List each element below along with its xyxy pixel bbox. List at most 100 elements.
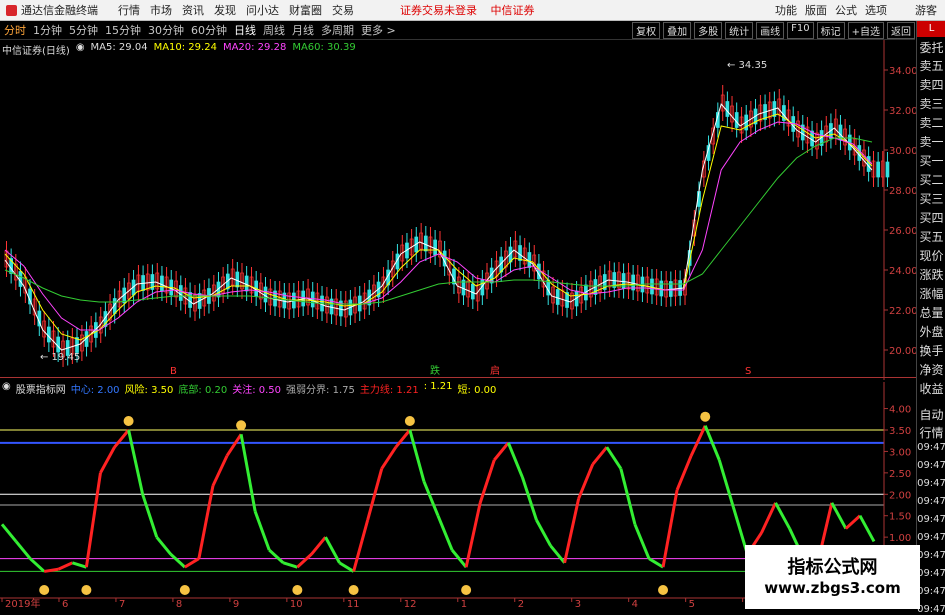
panel-item-7[interactable]: 买二 — [917, 171, 945, 188]
panel-item-2[interactable]: 卖四 — [917, 76, 945, 93]
panel-item-15[interactable]: 外盘 — [917, 323, 945, 340]
indicator-segment — [760, 502, 777, 534]
indicator-segment — [464, 502, 482, 568]
panel-item-18[interactable]: 收益 — [917, 380, 945, 397]
x-tick-label-5: 10 — [290, 599, 303, 609]
panel-item-29[interactable]: 09:47 — [917, 586, 945, 597]
smiley-face — [81, 585, 92, 595]
panel-item-30[interactable]: 09:47 — [917, 604, 945, 615]
panel-item-13[interactable]: 涨幅 — [917, 285, 945, 302]
candles — [4, 85, 890, 367]
panel-item-17[interactable]: 净资 — [917, 361, 945, 378]
panel-item-22[interactable]: 09:47 — [917, 460, 945, 471]
guest-label[interactable]: 游客 — [915, 2, 937, 18]
indicator-segment — [310, 536, 327, 556]
panel-item-21[interactable]: 09:47 — [917, 442, 945, 453]
panel-item-6[interactable]: 买一 — [917, 152, 945, 169]
indicator-segment — [844, 514, 861, 530]
signal-label-1: 跌 — [430, 364, 440, 377]
panel-item-5[interactable]: 卖一 — [917, 133, 945, 150]
candle-body — [650, 278, 654, 295]
indicator-tick-label-2: 2.00 — [889, 490, 911, 501]
smiley-face — [39, 585, 50, 595]
watermark-url: www.zbgs3.com — [764, 579, 901, 597]
candle-body — [56, 336, 61, 353]
panel-item-16[interactable]: 换手 — [917, 342, 945, 359]
panel-collapse-tab[interactable]: L — [917, 21, 945, 37]
indicator-segment — [14, 540, 32, 560]
ma5-value: MA5: 29.04 — [90, 42, 148, 53]
trough-smiley-icon — [39, 585, 50, 595]
indicator-segment — [169, 553, 186, 569]
main-tick-label-2: 24.00 — [889, 266, 916, 277]
ma20-value: MA20: 29.28 — [222, 42, 287, 53]
trough-smiley-icon — [179, 585, 190, 595]
chart-canvas[interactable]: 20.0022.0024.0026.0028.0030.0032.0034.00… — [0, 0, 916, 609]
main-tick-label-4: 28.00 — [889, 186, 916, 197]
indicator-segment — [436, 515, 454, 551]
indicator-attention: 关注: 0.50 — [232, 385, 282, 396]
indicator-risk: 风险: 3.50 — [124, 385, 174, 396]
indicator-short: 短: 0.00 — [457, 385, 497, 396]
candle-body — [263, 286, 268, 303]
candle-body — [433, 239, 437, 256]
signal-label-0: B — [170, 366, 177, 377]
panel-item-4[interactable]: 卖二 — [917, 114, 945, 131]
main-y-axis: 20.00 22.00 24.00 26.00 28.00 30.00 32.00 34.00 — [0, 40, 916, 380]
panel-item-24[interactable]: 09:47 — [917, 496, 945, 507]
trough-smiley-icon — [348, 585, 359, 595]
panel-item-9[interactable]: 买四 — [917, 209, 945, 226]
indicator-segment — [268, 548, 285, 564]
panel-item-19[interactable]: 自动 — [917, 406, 945, 423]
panel-item-20[interactable]: 行情 — [917, 424, 945, 441]
indicator-segment — [563, 498, 581, 564]
indicator-segment — [99, 446, 116, 474]
right-quote-panel: L 委托 卖五卖四卖三卖二卖一买一买二买三买四买五现价涨跌涨幅总量外盘换手净资收益… — [916, 21, 945, 615]
indicator-segment — [493, 441, 510, 461]
indicator-segment — [549, 544, 566, 564]
ma-lines — [4, 102, 873, 351]
signal-label-2: 启 — [490, 364, 500, 377]
candle-body — [659, 280, 664, 297]
main-tick-label-5: 30.00 — [889, 146, 916, 157]
panel-item-25[interactable]: 09:47 — [917, 514, 945, 525]
peak-smiley-icon — [700, 411, 711, 422]
panel-item-0[interactable]: 委托 — [917, 39, 945, 56]
candle-body — [527, 252, 532, 268]
candle-body — [178, 285, 183, 301]
panel-item-10[interactable]: 买五 — [917, 228, 945, 245]
x-tick-label-9: 2 — [518, 599, 524, 609]
smiley-face — [658, 585, 669, 595]
indicator-segment — [352, 519, 370, 572]
candle-body — [423, 235, 428, 252]
panel-item-28[interactable]: 09:47 — [917, 568, 945, 579]
panel-item-1[interactable]: 卖五 — [917, 57, 945, 74]
series-ma60-line — [4, 137, 873, 305]
candle-body — [18, 271, 23, 287]
panel-item-12[interactable]: 涨跌 — [917, 266, 945, 283]
indicator-settings-icon[interactable]: ◉ — [2, 381, 11, 396]
panel-item-3[interactable]: 卖三 — [917, 95, 945, 112]
x-tick-label-7: 12 — [404, 599, 417, 609]
candle-body — [244, 275, 249, 292]
indicator-value2: : 1.21 — [423, 381, 453, 392]
candle-body — [160, 275, 164, 292]
settings-icon[interactable]: ◉ — [76, 42, 85, 57]
candle-body — [725, 101, 730, 117]
panel-item-27[interactable]: 09:47 — [917, 550, 945, 561]
indicator-segment — [520, 476, 538, 521]
x-tick-label-0: 2019年 — [5, 597, 40, 609]
panel-item-14[interactable]: 总量 — [917, 304, 945, 321]
panel-item-23[interactable]: 09:47 — [917, 478, 945, 489]
indicator-segment — [661, 489, 679, 568]
trough-smiley-icon — [658, 585, 669, 595]
panel-item-26[interactable]: 09:47 — [917, 532, 945, 543]
signal-label-3: S — [745, 366, 751, 377]
panel-item-11[interactable]: 现价 — [917, 247, 945, 264]
smiley-face — [461, 585, 472, 595]
panel-item-8[interactable]: 买三 — [917, 190, 945, 207]
indicator-tick-label-1: 1.50 — [889, 512, 911, 523]
peak-smiley-icon — [236, 420, 247, 431]
smiley-face — [348, 585, 359, 595]
indicator-segment — [0, 523, 18, 543]
